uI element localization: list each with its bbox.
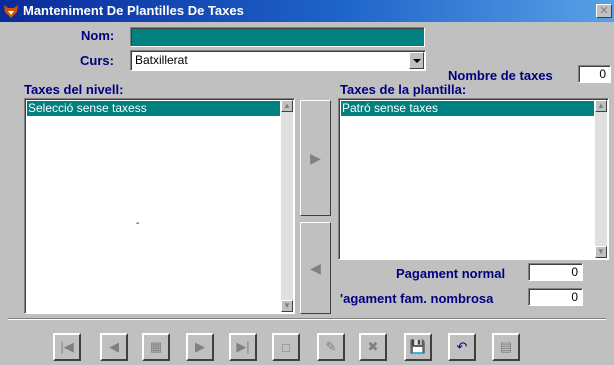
scroll-down-icon[interactable]: ▼ (595, 246, 607, 258)
printer-icon: ▤ (499, 339, 513, 354)
remove-tax-button[interactable]: ◀ (300, 222, 331, 314)
nombre-taxes-value: 0 (578, 65, 611, 83)
scroll-up-icon[interactable]: ▲ (281, 100, 293, 112)
pagament-normal-value: 0 (528, 263, 583, 281)
taxes-plantilla-list[interactable]: Patró sense taxes ▲ ▼ (338, 98, 609, 260)
delete-record-button[interactable]: ✖ (359, 333, 387, 361)
list-item[interactable]: Selecció sense taxess (27, 101, 280, 116)
taxes-nivell-list[interactable]: Selecció sense taxess ▲ ▼ - (24, 98, 295, 314)
window-title: Manteniment De Plantilles De Taxes (23, 3, 244, 18)
first-record-icon: |◀ (60, 339, 74, 354)
previous-record-icon: ◀ (109, 339, 119, 354)
curs-selected-value: Batxillerat (135, 53, 188, 67)
pagament-normal-label: Pagament normal (396, 266, 506, 281)
pencil-icon: ✎ (325, 339, 337, 354)
nom-label: Nom: (81, 28, 115, 43)
new-record-button[interactable]: □ (272, 333, 300, 361)
undo-icon: ↶ (456, 339, 468, 354)
scroll-down-icon[interactable]: ▼ (281, 300, 293, 312)
next-record-icon: ▶ (195, 339, 205, 354)
last-record-icon: ▶| (236, 339, 250, 354)
taxes-nivell-label: Taxes del nivell: (24, 82, 124, 97)
delete-icon: ✖ (367, 339, 379, 354)
curs-dropdown[interactable]: Batxillerat (130, 50, 426, 71)
first-record-button[interactable]: |◀ (53, 333, 81, 361)
print-button[interactable]: ▤ (492, 333, 520, 361)
separator (8, 318, 606, 320)
undo-button[interactable]: ↶ (448, 333, 476, 361)
pagament-fam-nombrosa-label: 'agament fam. nombrosa (340, 291, 494, 306)
edit-record-button[interactable]: ✎ (317, 333, 345, 361)
last-record-button[interactable]: ▶| (229, 333, 257, 361)
nombre-taxes-label: Nombre de taxes (448, 68, 553, 83)
binoculars-icon: ▦ (149, 339, 163, 354)
arrow-left-icon: ◀ (310, 260, 321, 276)
stray-mark: - (136, 218, 140, 229)
search-button[interactable]: ▦ (142, 333, 170, 361)
app-fox-icon (4, 5, 18, 18)
scrollbar[interactable]: ▲ ▼ (281, 100, 293, 312)
title-bar: Manteniment De Plantilles De Taxes ✕ (0, 0, 614, 22)
close-button[interactable]: ✕ (596, 4, 612, 18)
save-button[interactable]: 💾 (404, 333, 432, 361)
curs-label: Curs: (80, 53, 114, 68)
arrow-right-icon: ▶ (310, 150, 321, 166)
pagament-fam-nombrosa-value: 0 (528, 288, 583, 306)
nom-input[interactable] (130, 27, 425, 47)
scroll-up-icon[interactable]: ▲ (595, 100, 607, 112)
add-tax-button[interactable]: ▶ (300, 100, 331, 216)
next-record-button[interactable]: ▶ (186, 333, 214, 361)
taxes-plantilla-label: Taxes de la plantilla: (340, 82, 467, 97)
new-page-icon: □ (282, 339, 290, 355)
list-item[interactable]: Patró sense taxes (341, 101, 594, 116)
previous-record-button[interactable]: ◀ (100, 333, 128, 361)
floppy-disk-icon: 💾 (409, 339, 427, 354)
scrollbar[interactable]: ▲ ▼ (595, 100, 607, 258)
chevron-down-icon[interactable] (409, 52, 424, 69)
